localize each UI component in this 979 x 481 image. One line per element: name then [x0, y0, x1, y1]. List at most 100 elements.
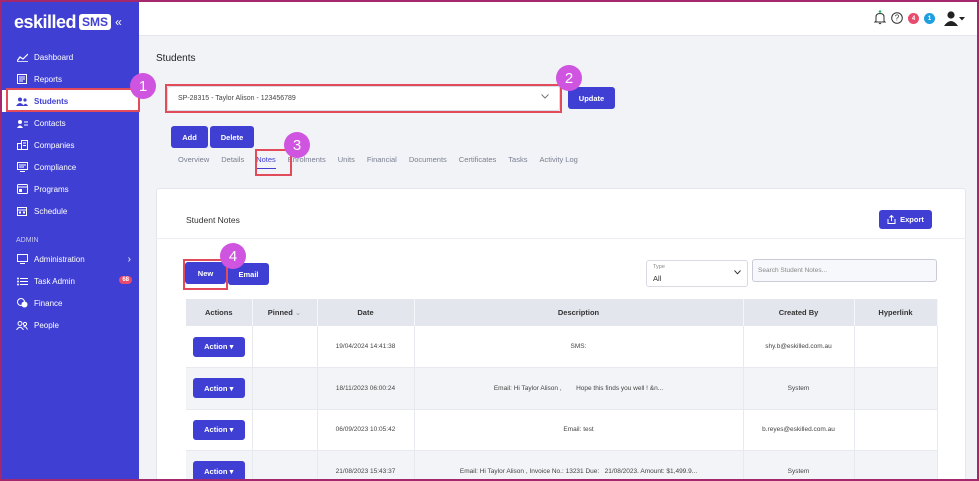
tab-tasks[interactable]: Tasks [508, 155, 527, 169]
people-icon [16, 320, 28, 330]
tab-activity-log[interactable]: Activity Log [539, 155, 577, 169]
col-header-date: Date [317, 299, 415, 326]
sidebar-item-label: Compliance [34, 162, 77, 172]
sidebar-item-schedule[interactable]: Schedule [2, 200, 139, 222]
cell-created-by: System [743, 450, 855, 479]
sidebar-item-label: Administration [34, 254, 85, 264]
monitor-icon [16, 254, 28, 264]
action-label: Action [204, 466, 228, 476]
caret-down-icon: ▾ [229, 342, 234, 351]
chart-line-icon [16, 52, 28, 62]
tab-units[interactable]: Units [338, 155, 355, 169]
cell-actions: Action ▾ [186, 326, 253, 368]
callout-3: 3 [284, 132, 310, 158]
sidebar-item-reports[interactable]: Reports [2, 68, 139, 90]
col-header-pinned-label: Pinned [267, 308, 293, 317]
action-dropdown-button[interactable]: Action ▾ [192, 419, 245, 440]
cell-date: 18/11/2023 06:00:24 [317, 367, 415, 410]
caret-down-icon: ▾ [229, 383, 234, 393]
page-title: Students [156, 53, 196, 64]
col-header-pinned[interactable]: Pinned ⌄ [252, 299, 318, 326]
tab-documents[interactable]: Documents [409, 155, 447, 169]
sidebar-item-task-admin[interactable]: Task Admin 68 [2, 270, 139, 292]
callout-1: 1 [130, 73, 156, 99]
cell-date: 21/08/2023 15:43:37 [317, 450, 415, 479]
cell-pinned [252, 367, 318, 410]
action-dropdown-button[interactable]: Action ▾ [192, 378, 245, 399]
action-dropdown-button[interactable]: Action ▾ [192, 461, 245, 479]
tab-financial[interactable]: Financial [367, 155, 397, 169]
action-label: Action [204, 383, 228, 393]
cell-description: Email: test [414, 409, 744, 451]
list-icon [16, 276, 28, 286]
col-header-hyperlink: Hyperlink [854, 299, 938, 326]
highlight-new-button [183, 259, 228, 290]
topbar: ? 4 1 [139, 2, 977, 36]
programs-icon [16, 184, 28, 194]
sidebar-item-label: Reports [34, 74, 63, 84]
delete-button[interactable]: Delete [210, 126, 254, 148]
sidebar-item-finance[interactable]: Finance [2, 292, 139, 314]
sidebar-item-label: Schedule [34, 206, 68, 216]
table-row: Action ▾ 06/09/2023 10:05:42 Email: test… [186, 409, 938, 451]
student-notes-title: Student Notes [186, 215, 240, 225]
cell-created-by: b.reyes@eskilled.com.au [743, 409, 855, 451]
sidebar-item-label: Dashboard [34, 52, 74, 62]
cell-created-by: shy.b@eskilled.com.au [743, 326, 855, 368]
caret-down-icon: ▾ [229, 466, 234, 476]
user-avatar-icon[interactable] [943, 11, 965, 26]
calendar-icon [16, 206, 28, 216]
logo[interactable]: eskilled SMS « [14, 10, 122, 34]
sidebar-item-companies[interactable]: Companies [2, 134, 139, 156]
cell-hyperlink [854, 409, 938, 451]
type-filter-value: All [653, 274, 662, 283]
sidebar-item-dashboard[interactable]: Dashboard [2, 46, 139, 68]
svg-text:?: ? [895, 13, 900, 22]
col-header-created-by: Created By [743, 299, 855, 326]
logo-text: eskilled [14, 11, 77, 32]
cell-description: SMS: [414, 326, 744, 368]
bell-icon[interactable] [873, 10, 887, 27]
sort-icon: ⌄ [294, 308, 302, 317]
update-button[interactable]: Update [568, 87, 615, 109]
type-filter-label: Type [653, 264, 665, 270]
sidebar-item-programs[interactable]: Programs [2, 178, 139, 200]
callout-4: 4 [220, 243, 246, 269]
divider [156, 238, 966, 239]
cell-hyperlink [854, 450, 938, 479]
tab-overview[interactable]: Overview [178, 155, 209, 169]
export-button[interactable]: Export [879, 210, 932, 229]
notes-table: Actions Pinned ⌄ Date Description Create… [186, 299, 938, 479]
search-notes-input[interactable]: Search Student Notes... [752, 259, 937, 282]
sidebar-item-contacts[interactable]: Contacts [2, 112, 139, 134]
type-filter-select[interactable]: Type All [646, 260, 748, 287]
cell-hyperlink [854, 326, 938, 368]
sidebar-item-label: Contacts [34, 118, 66, 128]
table-row: Action ▾ 21/08/2023 15:43:37 Email: Hi T… [186, 450, 938, 479]
sidebar-item-people[interactable]: People [2, 314, 139, 336]
highlight-students-nav [6, 88, 140, 112]
sidebar-item-label: Companies [34, 140, 75, 150]
add-button[interactable]: Add [171, 126, 208, 148]
chevron-down-icon [959, 16, 965, 20]
table-row: Action ▾ 19/04/2024 14:41:38 SMS: shy.b@… [186, 326, 938, 368]
sidebar-item-administration[interactable]: Administration › [2, 248, 139, 270]
cell-pinned [252, 326, 318, 368]
cell-hyperlink [854, 367, 938, 410]
sidebar-item-compliance[interactable]: Compliance [2, 156, 139, 178]
collapse-sidebar-icon[interactable]: « [115, 15, 122, 29]
sidebar-section-admin: ADMIN [16, 237, 39, 244]
info-badge[interactable]: 1 [924, 13, 935, 24]
sidebar-item-label: Programs [34, 184, 69, 194]
chevron-down-icon [734, 270, 741, 277]
action-dropdown-button[interactable]: Action ▾ [192, 336, 245, 357]
cell-created-by: System [743, 367, 855, 410]
callout-2: 2 [556, 65, 582, 91]
cell-date: 06/09/2023 10:05:42 [317, 409, 415, 451]
action-label: Action [204, 425, 228, 435]
notification-badge[interactable]: 4 [908, 13, 919, 24]
tab-certificates[interactable]: Certificates [459, 155, 497, 169]
tab-details[interactable]: Details [221, 155, 244, 169]
help-icon[interactable]: ? [891, 11, 903, 26]
sidebar-item-label: People [34, 320, 59, 330]
